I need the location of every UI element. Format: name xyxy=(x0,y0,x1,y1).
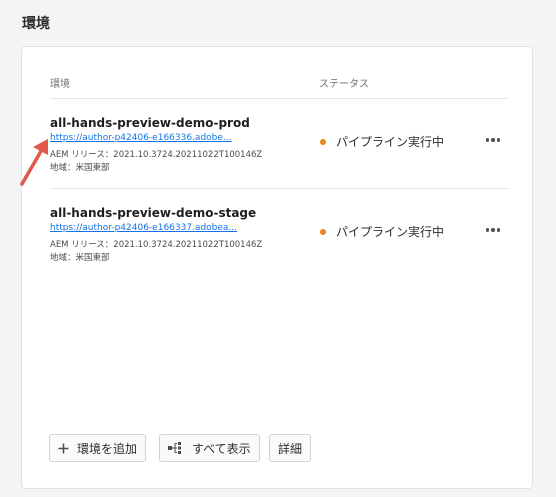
environments-card: 環境 ステータス all-hands-preview-demo-prod htt… xyxy=(21,46,533,489)
show-all-button[interactable]: すべて表示 xyxy=(159,434,260,462)
show-all-label: すべて表示 xyxy=(192,441,251,456)
environment-url-link[interactable]: https://author-p42406-e166336.adobe... xyxy=(50,133,232,143)
section-title: 環境 xyxy=(22,16,50,32)
environment-row: all-hands-preview-demo-prod https://auth… xyxy=(22,116,534,204)
hierarchy-icon xyxy=(168,442,184,454)
status-label: パイプライン実行中 xyxy=(336,135,445,149)
details-label: 詳細 xyxy=(278,441,303,456)
environment-release: AEM リリース：2021.10.3724.20211022T100146Z xyxy=(50,240,263,250)
status-label: パイプライン実行中 xyxy=(336,225,445,239)
more-actions-icon[interactable] xyxy=(482,222,504,238)
environment-region: 地域：米国東部 xyxy=(50,163,110,173)
environment-name: all-hands-preview-demo-prod xyxy=(50,116,250,130)
environment-name: all-hands-preview-demo-stage xyxy=(50,206,257,220)
add-environment-label: 環境を追加 xyxy=(77,441,138,456)
column-header-environment: 環境 xyxy=(50,79,70,90)
environment-release: AEM リリース：2021.10.3724.20211022T100146Z xyxy=(50,150,263,160)
plus-icon xyxy=(58,443,69,454)
environment-row: all-hands-preview-demo-stage https://aut… xyxy=(22,206,534,294)
environment-status: パイプライン実行中 xyxy=(320,223,444,240)
column-header-status: ステータス xyxy=(319,79,369,90)
status-dot-icon xyxy=(320,228,326,235)
details-button[interactable]: 詳細 xyxy=(269,434,312,462)
add-environment-button[interactable]: 環境を追加 xyxy=(49,434,147,462)
row-divider xyxy=(50,188,508,189)
environment-url-link[interactable]: https://author-p42406-e166337.adobea... xyxy=(50,223,237,233)
environment-status: パイプライン実行中 xyxy=(320,133,444,150)
status-dot-icon xyxy=(320,138,326,145)
environment-region: 地域：米国東部 xyxy=(50,253,110,263)
more-actions-icon[interactable] xyxy=(482,132,504,148)
header-divider xyxy=(50,98,508,99)
